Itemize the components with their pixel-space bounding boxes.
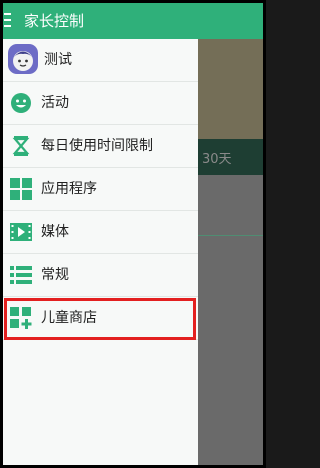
background-tab-label: 30天	[202, 152, 232, 167]
hamburger-menu-icon[interactable]	[4, 13, 11, 27]
drawer-item-label: 活动	[41, 95, 69, 111]
drawer-item-label: 媒体	[41, 224, 69, 240]
drawer-item-label: 应用程序	[41, 181, 97, 197]
store-add-icon	[10, 307, 32, 329]
hourglass-icon	[12, 136, 30, 156]
avatar-icon	[8, 44, 38, 74]
drawer-item-activity[interactable]: 活动	[3, 82, 198, 125]
drawer-item-apps[interactable]: 应用程序	[3, 168, 198, 211]
drawer-item-label: 测试	[44, 52, 72, 68]
list-icon	[10, 266, 32, 284]
top-app-bar: 家长控制	[3, 3, 263, 39]
app-window: 家长控制 30天 测试 活动 每日使用时间限制 应用程序 媒体 常规 儿童商店	[3, 3, 263, 465]
drawer-item-label: 每日使用时间限制	[41, 138, 153, 154]
background-content-dimmed	[198, 39, 263, 139]
drawer-item-profile[interactable]: 测试	[3, 39, 198, 82]
background-divider	[198, 235, 263, 236]
drawer-item-media[interactable]: 媒体	[3, 211, 198, 254]
drawer-item-label: 儿童商店	[41, 310, 97, 326]
activity-face-icon	[11, 93, 31, 113]
drawer-item-general[interactable]: 常规	[3, 254, 198, 297]
screen-frame: 家长控制 30天 测试 活动 每日使用时间限制 应用程序 媒体 常规 儿童商店	[0, 0, 266, 468]
drawer-item-daily-limit[interactable]: 每日使用时间限制	[3, 125, 198, 168]
apps-grid-icon	[10, 178, 32, 200]
navigation-drawer: 测试 活动 每日使用时间限制 应用程序 媒体 常规 儿童商店	[3, 39, 198, 465]
app-title: 家长控制	[24, 12, 85, 30]
media-play-icon	[10, 223, 32, 241]
drawer-item-kids-store[interactable]: 儿童商店	[3, 297, 198, 340]
drawer-item-label: 常规	[41, 267, 69, 283]
